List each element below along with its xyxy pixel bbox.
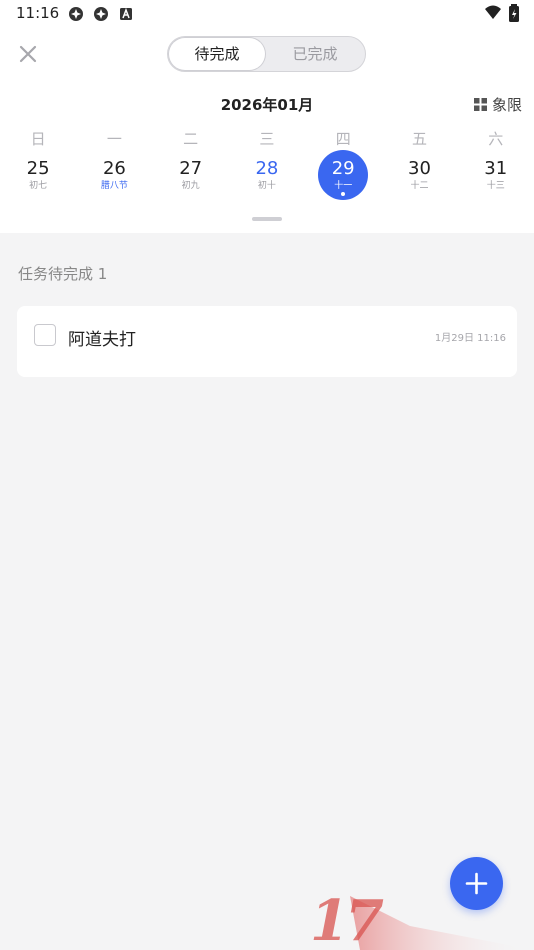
- calendar-expand-handle[interactable]: [252, 217, 282, 221]
- quadrant-view-label: 象限: [491, 95, 522, 114]
- day-number: 27: [179, 158, 203, 179]
- app-notification-icon: [93, 6, 109, 22]
- task-title: 阿道夫打: [68, 330, 136, 350]
- weekday-label: 一: [106, 130, 122, 148]
- day-number: 29: [331, 158, 355, 179]
- day-number: 28: [255, 158, 279, 179]
- weekday-label: 四: [335, 130, 351, 148]
- task-card[interactable]: 阿道夫打 1月29日 11:16: [17, 306, 517, 377]
- day-number: 25: [26, 158, 50, 179]
- day-number: 30: [408, 158, 431, 179]
- lunar-date: 初十: [257, 181, 276, 191]
- close-icon: [19, 45, 37, 63]
- top-panel: 11:16 待完成 已完成 2026年01月 象限 日 一 二 三 四 五 六 …: [0, 0, 534, 233]
- tab-completed[interactable]: 已完成: [267, 38, 363, 70]
- add-task-button[interactable]: [450, 857, 503, 910]
- calendar-day[interactable]: 27 初九: [153, 150, 229, 200]
- watermark-logo: 17: [310, 886, 534, 950]
- calendar-day[interactable]: 30 十二: [381, 150, 457, 200]
- calendar-day[interactable]: 31 十三: [458, 150, 534, 200]
- month-title[interactable]: 2026年01月: [0, 94, 534, 115]
- weekday-label: 日: [30, 130, 46, 148]
- lunar-date: 初七: [29, 181, 48, 191]
- festival-label: 腊八节: [100, 181, 128, 191]
- section-title: 任务待完成 1: [18, 265, 108, 283]
- lunar-date: 十三: [486, 181, 505, 191]
- plus-icon: [465, 872, 488, 895]
- lunar-date: 初九: [181, 181, 200, 191]
- status-segmented-control: 待完成 已完成: [167, 36, 366, 72]
- wifi-icon: [484, 5, 502, 21]
- grid-icon: [473, 97, 487, 111]
- task-checkbox[interactable]: [34, 324, 56, 346]
- status-bar: 11:16: [0, 0, 534, 28]
- app-notification-icon: [68, 6, 84, 22]
- lunar-date: 十一: [334, 181, 353, 191]
- weekday-label: 五: [411, 130, 427, 148]
- status-time: 11:16: [16, 4, 60, 22]
- calendar-day-today[interactable]: 28 初十: [229, 150, 305, 200]
- watermark-text: 17: [310, 888, 384, 950]
- calendar-day-selected[interactable]: 29 十一: [305, 150, 381, 200]
- quadrant-view-button[interactable]: 象限: [473, 94, 522, 114]
- task-time: 1月29日 11:16: [434, 333, 506, 344]
- calendar-day[interactable]: 26 腊八节: [76, 150, 152, 200]
- weekday-header: 日 一 二 三 四 五 六: [0, 128, 534, 149]
- calendar-day[interactable]: 25 初七: [0, 150, 76, 200]
- tab-pending[interactable]: 待完成: [169, 38, 265, 70]
- day-number: 26: [102, 158, 126, 179]
- weekday-label: 二: [183, 130, 199, 148]
- day-number: 31: [484, 158, 508, 179]
- weekday-label: 三: [259, 130, 275, 148]
- close-button[interactable]: [14, 40, 42, 68]
- keyboard-icon: [118, 6, 134, 22]
- battery-icon: [508, 4, 520, 22]
- weekday-label: 六: [488, 130, 504, 148]
- week-date-row: 25 初七 26 腊八节 27 初九 28 初十 29 十一 30 十二 31 …: [0, 150, 534, 200]
- lunar-date: 十二: [410, 181, 429, 191]
